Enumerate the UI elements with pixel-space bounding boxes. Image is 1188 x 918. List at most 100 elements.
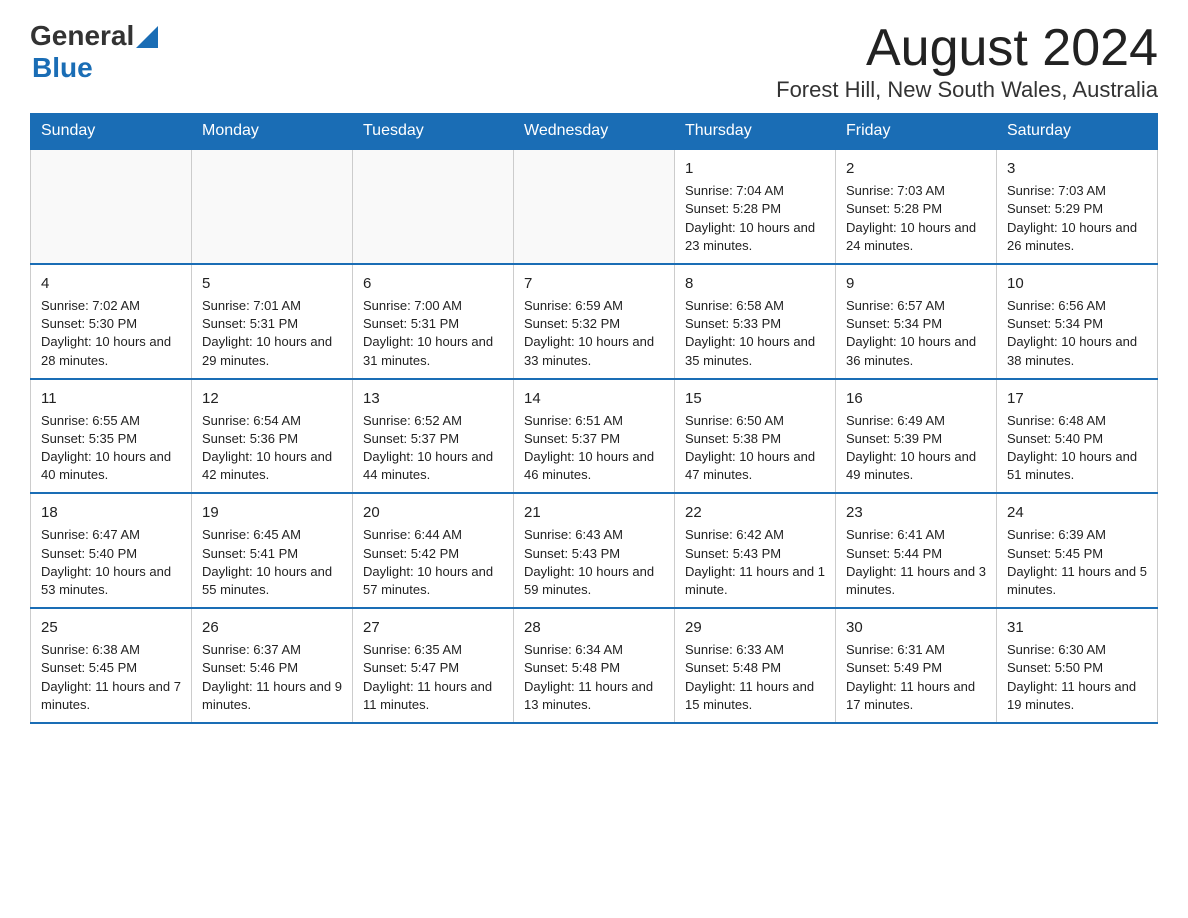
day-info: Daylight: 10 hours and 53 minutes. [41, 563, 181, 599]
day-info: Sunset: 5:43 PM [524, 545, 664, 563]
calendar-cell: 19Sunrise: 6:45 AMSunset: 5:41 PMDayligh… [192, 493, 353, 608]
calendar-cell: 3Sunrise: 7:03 AMSunset: 5:29 PMDaylight… [997, 149, 1158, 264]
day-info: Daylight: 10 hours and 24 minutes. [846, 219, 986, 255]
day-info: Sunset: 5:48 PM [685, 659, 825, 677]
col-friday: Friday [836, 114, 997, 150]
day-number: 22 [685, 502, 825, 523]
day-info: Daylight: 11 hours and 5 minutes. [1007, 563, 1147, 599]
calendar-cell: 18Sunrise: 6:47 AMSunset: 5:40 PMDayligh… [31, 493, 192, 608]
calendar-cell: 10Sunrise: 6:56 AMSunset: 5:34 PMDayligh… [997, 264, 1158, 379]
day-info: Daylight: 11 hours and 19 minutes. [1007, 678, 1147, 714]
day-number: 26 [202, 617, 342, 638]
day-number: 1 [685, 158, 825, 179]
day-number: 3 [1007, 158, 1147, 179]
day-info: Daylight: 10 hours and 35 minutes. [685, 333, 825, 369]
col-saturday: Saturday [997, 114, 1158, 150]
day-info: Daylight: 11 hours and 1 minute. [685, 563, 825, 599]
day-info: Sunset: 5:43 PM [685, 545, 825, 563]
day-number: 16 [846, 388, 986, 409]
day-info: Daylight: 10 hours and 38 minutes. [1007, 333, 1147, 369]
col-thursday: Thursday [675, 114, 836, 150]
day-info: Sunrise: 6:50 AM [685, 412, 825, 430]
day-info: Sunset: 5:28 PM [685, 200, 825, 218]
day-info: Sunrise: 6:35 AM [363, 641, 503, 659]
calendar-cell: 14Sunrise: 6:51 AMSunset: 5:37 PMDayligh… [514, 379, 675, 494]
logo-triangle-icon [136, 26, 158, 48]
day-number: 9 [846, 273, 986, 294]
day-number: 24 [1007, 502, 1147, 523]
calendar-week-5: 25 Sunrise: 6:38 AMSunset: 5:45 PM Dayligh… [31, 608, 1158, 723]
day-info: Sunset: 5:41 PM [202, 545, 342, 563]
day-info: Daylight: 11 hours and 3 minutes. [846, 563, 986, 599]
calendar-cell: 28Sunrise: 6:34 AMSunset: 5:48 PMDayligh… [514, 608, 675, 723]
calendar-cell [353, 149, 514, 264]
day-number: 12 [202, 388, 342, 409]
day-info: Sunrise: 7:03 AM [1007, 182, 1147, 200]
day-info: Sunset: 5:32 PM [524, 315, 664, 333]
day-number: 27 [363, 617, 503, 638]
day-number: 7 [524, 273, 664, 294]
day-info: Daylight: 10 hours and 46 minutes. [524, 448, 664, 484]
day-info: Sunrise: 6:45 AM [202, 526, 342, 544]
page-header: General Blue August 2024 Forest Hill, Ne… [30, 20, 1158, 103]
logo-blue-text: Blue [32, 52, 93, 84]
day-info: Daylight: 11 hours and 9 minutes. [202, 678, 342, 714]
calendar-cell: 30Sunrise: 6:31 AMSunset: 5:49 PMDayligh… [836, 608, 997, 723]
day-number: 23 [846, 502, 986, 523]
day-info: Sunset: 5:46 PM [202, 659, 342, 677]
day-info: Daylight: 10 hours and 28 minutes. [41, 333, 181, 369]
day-info: Sunrise: 6:43 AM [524, 526, 664, 544]
day-number: 17 [1007, 388, 1147, 409]
day-info: Sunset: 5:36 PM [202, 430, 342, 448]
day-info: Sunrise: 6:58 AM [685, 297, 825, 315]
day-info: Sunrise: 6:33 AM [685, 641, 825, 659]
day-info: Sunset: 5:37 PM [524, 430, 664, 448]
day-info: Daylight: 10 hours and 36 minutes. [846, 333, 986, 369]
month-title: August 2024 [776, 20, 1158, 77]
calendar-cell: 22Sunrise: 6:42 AMSunset: 5:43 PMDayligh… [675, 493, 836, 608]
calendar-cell: 11Sunrise: 6:55 AMSunset: 5:35 PMDayligh… [31, 379, 192, 494]
day-info: Daylight: 10 hours and 44 minutes. [363, 448, 503, 484]
day-info: Sunrise: 6:51 AM [524, 412, 664, 430]
day-info: Daylight: 10 hours and 59 minutes. [524, 563, 664, 599]
day-info: Sunset: 5:45 PM [41, 659, 181, 677]
day-number: 28 [524, 617, 664, 638]
day-info: Daylight: 10 hours and 23 minutes. [685, 219, 825, 255]
calendar-cell: 16Sunrise: 6:49 AMSunset: 5:39 PMDayligh… [836, 379, 997, 494]
day-info: Sunset: 5:31 PM [202, 315, 342, 333]
day-info: Sunrise: 6:38 AM [41, 641, 181, 659]
calendar-cell [192, 149, 353, 264]
day-info: Sunset: 5:37 PM [363, 430, 503, 448]
day-info: Daylight: 10 hours and 40 minutes. [41, 448, 181, 484]
day-info: Daylight: 11 hours and 15 minutes. [685, 678, 825, 714]
day-info: Daylight: 10 hours and 47 minutes. [685, 448, 825, 484]
calendar-cell: 26Sunrise: 6:37 AMSunset: 5:46 PMDayligh… [192, 608, 353, 723]
day-number: 2 [846, 158, 986, 179]
day-number: 25 [41, 617, 181, 638]
day-info: Daylight: 11 hours and 11 minutes. [363, 678, 503, 714]
calendar-cell: 27Sunrise: 6:35 AMSunset: 5:47 PMDayligh… [353, 608, 514, 723]
day-number: 11 [41, 388, 181, 409]
day-info: Daylight: 10 hours and 55 minutes. [202, 563, 342, 599]
calendar-cell: 15Sunrise: 6:50 AMSunset: 5:38 PMDayligh… [675, 379, 836, 494]
calendar-header-row: Sunday Monday Tuesday Wednesday Thursday… [31, 114, 1158, 150]
day-info: Sunset: 5:40 PM [41, 545, 181, 563]
day-info: Sunrise: 6:30 AM [1007, 641, 1147, 659]
logo: General Blue [30, 20, 158, 84]
day-number: 4 [41, 273, 181, 294]
calendar-week-2: 4Sunrise: 7:02 AMSunset: 5:30 PMDaylight… [31, 264, 1158, 379]
calendar-cell: 4Sunrise: 7:02 AMSunset: 5:30 PMDaylight… [31, 264, 192, 379]
day-info: Sunset: 5:42 PM [363, 545, 503, 563]
day-info: Sunrise: 6:56 AM [1007, 297, 1147, 315]
calendar-week-4: 18Sunrise: 6:47 AMSunset: 5:40 PMDayligh… [31, 493, 1158, 608]
day-info: Daylight: 10 hours and 29 minutes. [202, 333, 342, 369]
calendar-cell [514, 149, 675, 264]
day-info: Sunset: 5:44 PM [846, 545, 986, 563]
day-info: Sunset: 5:40 PM [1007, 430, 1147, 448]
day-info: Sunset: 5:39 PM [846, 430, 986, 448]
day-number: 10 [1007, 273, 1147, 294]
day-info: Sunset: 5:50 PM [1007, 659, 1147, 677]
day-info: Sunset: 5:34 PM [846, 315, 986, 333]
day-info: Sunrise: 7:01 AM [202, 297, 342, 315]
day-info: Sunset: 5:49 PM [846, 659, 986, 677]
